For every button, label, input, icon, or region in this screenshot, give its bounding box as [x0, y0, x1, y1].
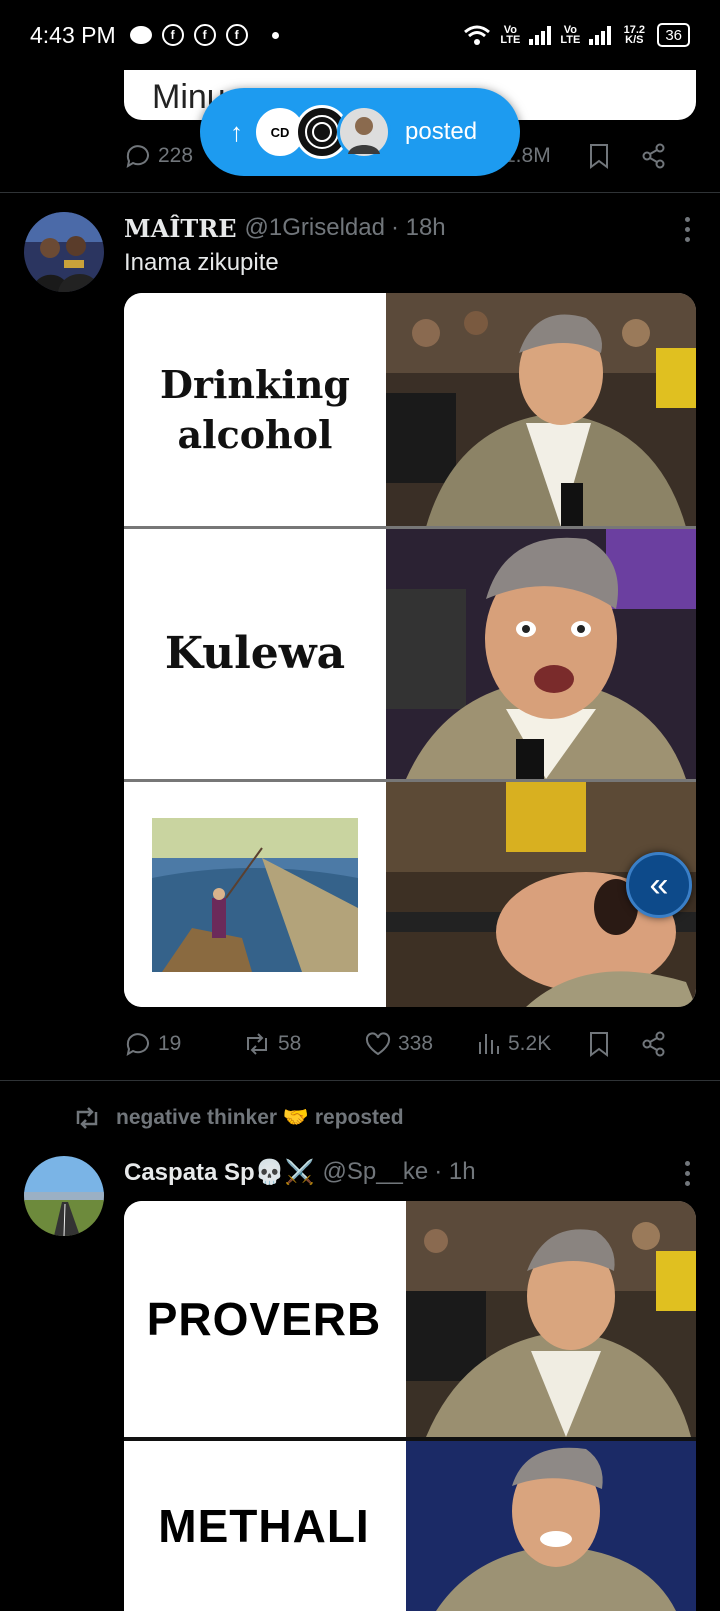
battery-level: 36 — [665, 26, 682, 44]
signal-icon — [529, 25, 552, 45]
facebook-icon: f — [193, 24, 216, 46]
bookmark-button[interactable] — [586, 1030, 612, 1058]
reply-icon — [126, 1033, 149, 1057]
share-button[interactable] — [640, 1030, 668, 1058]
meme-panel: Kulewa — [124, 529, 696, 779]
more-notifications-icon — [271, 31, 279, 39]
network-type-2: Vo LTE — [560, 24, 581, 46]
facebook-icon: f — [161, 24, 184, 46]
bookmark-icon — [590, 1032, 608, 1057]
wifi-icon — [464, 25, 491, 45]
notification-icons: f f f — [129, 24, 279, 46]
parting-sea-painting — [152, 817, 358, 972]
meme-photo — [386, 293, 696, 527]
meme-caption: Kulewa — [124, 529, 386, 779]
views-count: 5.2K — [508, 1032, 552, 1055]
views-icon — [479, 1034, 499, 1054]
posted-label: posted — [405, 118, 478, 145]
status-bar: 4:43 PM f f f Vo LTE Vo LTE 17.2 K/S 36 — [0, 0, 720, 70]
meme-panel: PROVERB — [124, 1201, 696, 1437]
meme-caption: PROVERB — [124, 1201, 404, 1437]
divider — [0, 1080, 720, 1081]
repost-icon — [247, 1033, 267, 1055]
system-icons: Vo LTE Vo LTE 17.2 K/S 36 — [463, 23, 690, 47]
post-media[interactable]: Drinking alcohol Kulewa — [124, 293, 696, 1007]
display-name[interactable]: MAÎTRE — [124, 214, 237, 243]
meme-photo — [386, 529, 696, 779]
post-header: Caspata Sp💀⚔️ @Sp__ke · 1h — [124, 1156, 476, 1188]
reply-count: 19 — [158, 1032, 182, 1055]
share-button[interactable] — [640, 142, 668, 170]
divider — [0, 192, 720, 193]
meme-caption: Drinking alcohol — [124, 293, 386, 527]
reply-icon — [126, 145, 149, 169]
post-header: MAÎTRE @1Griseldad · 18h — [124, 212, 446, 244]
double-chevron-left-icon: « — [649, 865, 669, 904]
meme-photo — [406, 1441, 696, 1611]
more-options-icon[interactable] — [685, 1161, 690, 1186]
meme-caption: METHALI — [124, 1441, 404, 1611]
like-button[interactable]: 338 — [364, 1030, 433, 1058]
avatar[interactable] — [24, 212, 104, 292]
views-button[interactable]: 5.2K — [476, 1030, 551, 1058]
meme-panel — [124, 782, 696, 1007]
handle[interactable]: @1Griseldad — [245, 214, 385, 242]
bookmark-button[interactable] — [586, 142, 612, 170]
chat-icon — [129, 26, 152, 44]
repost-indicator[interactable]: negative thinker 🤝 reposted — [72, 1104, 404, 1132]
status-time: 4:43 PM — [30, 21, 116, 48]
signal-icon — [589, 25, 612, 45]
post-actions: 19 58 338 5.2K — [124, 1024, 696, 1064]
bookmark-icon — [590, 144, 608, 169]
network-type-1: Vo LTE — [500, 24, 521, 46]
facebook-icon: f — [225, 24, 248, 46]
more-options-icon[interactable] — [685, 217, 690, 242]
meme-photo — [406, 1201, 696, 1437]
meme-caption — [124, 782, 386, 1007]
handle[interactable]: @Sp__ke — [322, 1158, 428, 1186]
reply-button[interactable]: 228 — [124, 142, 193, 170]
post-media[interactable]: PROVERB METHALI — [124, 1201, 696, 1611]
repost-label: negative thinker 🤝 reposted — [116, 1106, 404, 1129]
repost-button[interactable]: 58 — [242, 1030, 301, 1058]
avatar[interactable] — [24, 1156, 104, 1236]
heart-icon — [365, 1032, 391, 1056]
network-speed: 17.2 K/S — [623, 24, 646, 46]
avatar — [337, 105, 391, 159]
reply-button[interactable]: 19 — [124, 1030, 181, 1058]
like-count: 338 — [398, 1032, 434, 1055]
collapse-sidebar-button[interactable]: « — [626, 852, 692, 918]
post-time: · 1h — [434, 1158, 476, 1185]
share-icon — [642, 1031, 665, 1057]
pill-avatars: CD — [253, 105, 391, 159]
repost-count: 58 — [278, 1032, 302, 1055]
share-icon — [642, 143, 665, 169]
post-text: Inama zikupite — [124, 249, 279, 276]
meme-panel: METHALI — [124, 1441, 696, 1611]
repost-icon — [76, 1107, 98, 1129]
battery-icon: 36 — [657, 23, 690, 47]
arrow-up-icon: ↑ — [230, 116, 243, 147]
display-name[interactable]: Caspata Sp💀⚔️ — [124, 1158, 314, 1187]
meme-panel: Drinking alcohol — [124, 293, 696, 527]
reply-count: 228 — [158, 144, 194, 167]
post-time: · 18h — [390, 214, 446, 241]
new-posts-pill[interactable]: ↑ CD posted — [200, 88, 520, 176]
